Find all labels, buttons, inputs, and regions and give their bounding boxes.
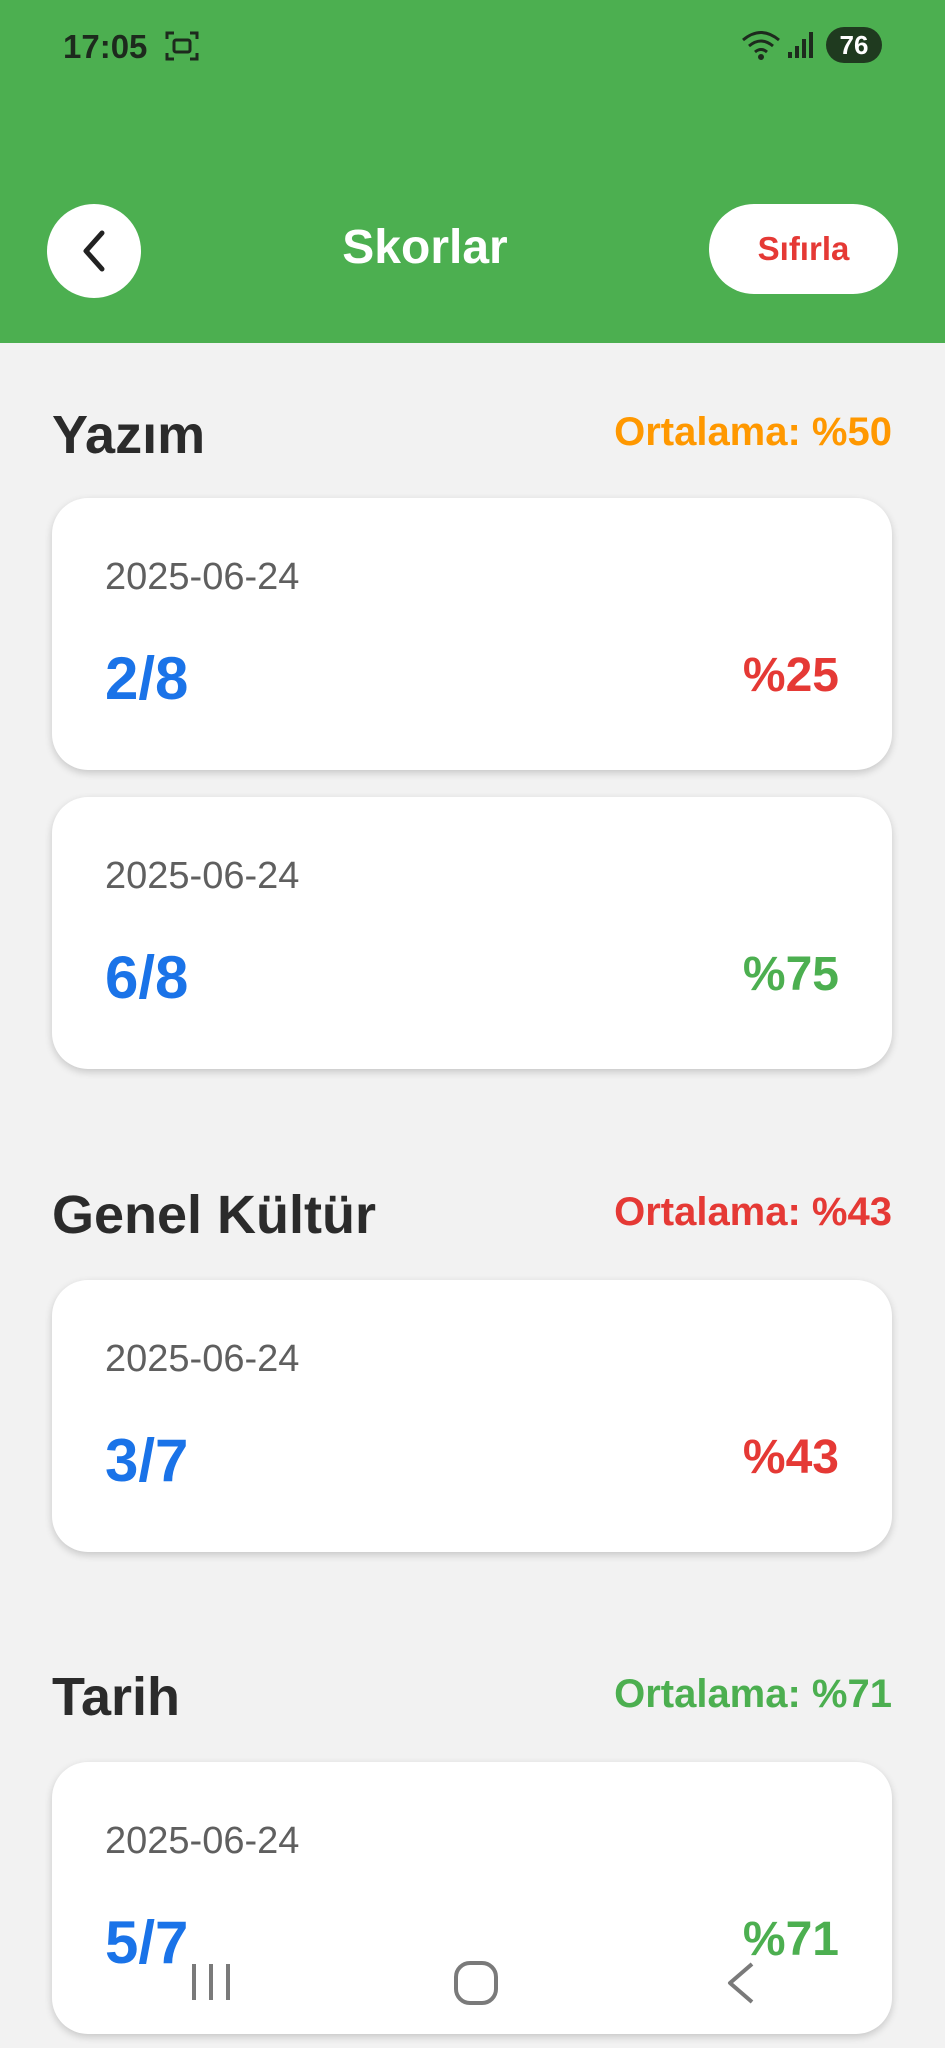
score-percent: %75: [742, 948, 839, 1001]
wifi-icon: [742, 31, 780, 60]
score-value: 6/8: [105, 944, 189, 1011]
section-average-genel-kultur: Ortalama: %43: [614, 1190, 892, 1234]
score-date: 2025-06-24: [105, 1820, 300, 1862]
score-percent: %43: [742, 1431, 839, 1484]
score-date: 2025-06-24: [105, 1338, 300, 1380]
section-title-genel-kultur: Genel Kültür: [52, 1185, 377, 1245]
screenshot-icon: [165, 31, 199, 61]
score-date: 2025-06-24: [105, 556, 300, 598]
score-value: 5/7: [105, 1909, 189, 1976]
back-icon[interactable]: [724, 1960, 758, 2006]
score-card: 2025-06-24 3/7 %43: [52, 1280, 892, 1552]
section-title-tarih: Tarih: [52, 1667, 181, 1727]
app-header: 17:05 76 Skorlar Sıfırla: [0, 0, 945, 343]
signal-icon: [788, 32, 813, 58]
section-average-yazim: Ortalama: %50: [614, 410, 892, 454]
score-value: 2/8: [105, 645, 189, 712]
score-value: 3/7: [105, 1427, 189, 1494]
score-card: 2025-06-24 6/8 %75: [52, 797, 892, 1069]
section-average-tarih: Ortalama: %71: [614, 1672, 892, 1716]
battery-indicator: 76: [826, 27, 882, 63]
score-date: 2025-06-24: [105, 855, 300, 897]
recent-apps-icon[interactable]: [188, 1962, 234, 2002]
score-percent: %71: [742, 1913, 839, 1966]
section-title-yazim: Yazım: [52, 405, 206, 465]
score-card: 2025-06-24 2/8 %25: [52, 498, 892, 770]
home-icon[interactable]: [453, 1960, 499, 2006]
score-percent: %25: [742, 649, 839, 702]
status-time: 17:05: [63, 28, 148, 65]
reset-button[interactable]: Sıfırla: [709, 204, 898, 294]
